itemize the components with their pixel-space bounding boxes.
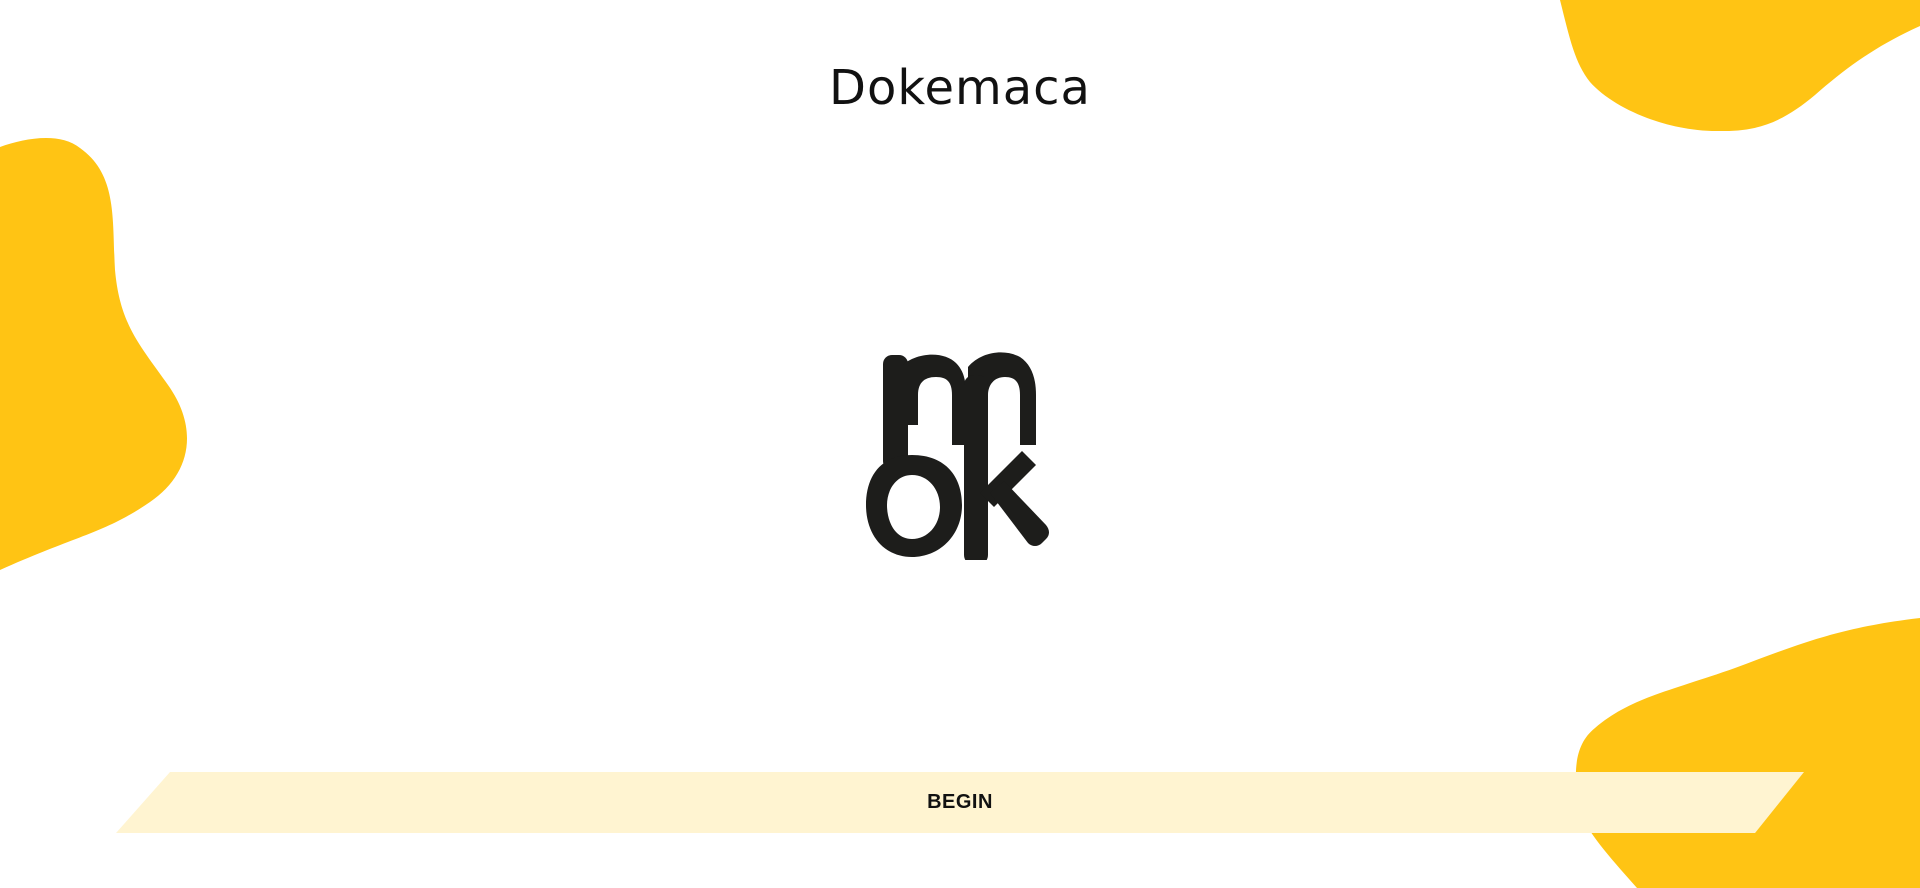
begin-button[interactable]: BEGIN xyxy=(116,772,1804,833)
begin-button-label: BEGIN xyxy=(927,791,993,813)
dokemaca-monogram-logo-icon xyxy=(860,345,1060,565)
app-title: Dokemaca xyxy=(829,60,1091,116)
decorative-blob-left xyxy=(0,138,188,570)
decorative-blob-bottom-right xyxy=(1575,618,1920,888)
